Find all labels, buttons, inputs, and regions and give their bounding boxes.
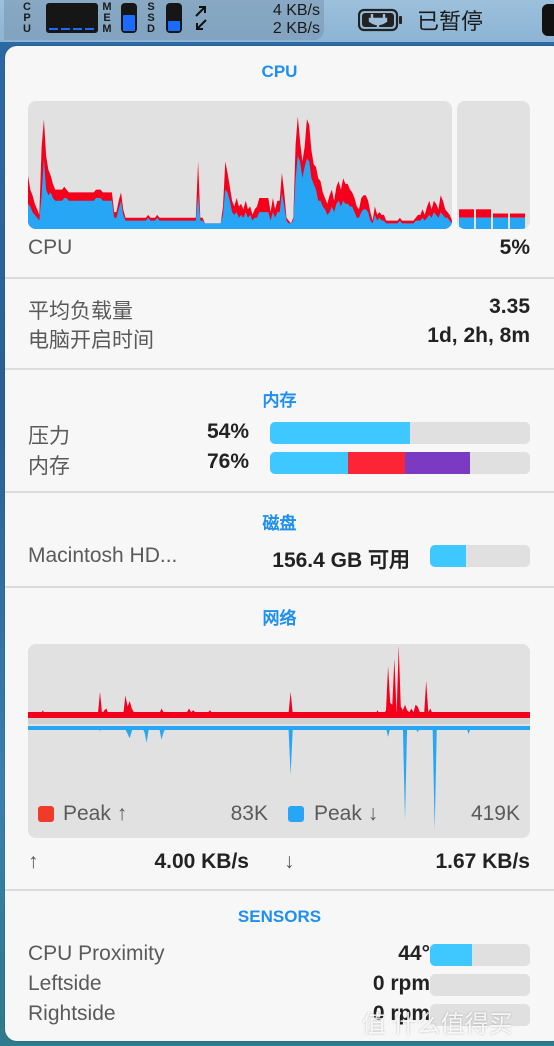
sensor-label: Leftside (28, 972, 102, 995)
cpu-cores-svg (459, 209, 525, 229)
network-upload-baseline (28, 712, 530, 718)
disk-free-value: 156.4 GB 可用 (272, 549, 410, 572)
download-legend-label: Peak ↓ (314, 802, 379, 825)
stats-popup-panel: CPU CPU 5% 平均负载量 3.35 电脑开启时间 1d, 2h, 8m … (5, 46, 554, 1041)
cpu-label: CPU (28, 236, 73, 259)
network-baseline (28, 718, 530, 724)
app-menubar-icon[interactable] (542, 4, 554, 36)
memory-usage-value: 76% (206, 450, 249, 473)
disk-name: Macintosh HD... (28, 544, 178, 567)
memory-usage-bar (270, 452, 530, 474)
sensor-value: 0 rpm (372, 972, 430, 995)
cpu-core-user-bar (459, 209, 474, 218)
network-history-chart: Peak ↑ 83K Peak ↓ 419K (28, 644, 530, 838)
network-rates: 4 KB/s 2 KB/s (262, 2, 320, 38)
mem-mini-bar-fill (123, 14, 135, 31)
load-average-label: 平均负载量 (28, 300, 133, 323)
bar-segment (270, 452, 348, 474)
upload-peak-value: 83K (230, 802, 268, 825)
battery-plug-icon[interactable] (358, 8, 402, 32)
cpu-mini-graph (46, 3, 98, 33)
cpu-core-system-bar (493, 217, 508, 229)
sensor-bar (430, 944, 530, 966)
battery-status-text[interactable]: 已暂停 (417, 4, 483, 36)
cpu-core-system-bar (459, 217, 474, 229)
disk-section-title: 磁盘 (262, 514, 297, 533)
memory-pressure-value: 54% (206, 420, 249, 443)
memory-pressure-label: 压力 (28, 425, 70, 448)
download-rate-value: 1.67 KB/s (435, 850, 530, 873)
sensor-label: CPU Proximity (28, 942, 165, 965)
load-average-value: 3.35 (489, 295, 530, 318)
menu-bar: CPU MEM SSD 4 KB/s 2 KB/s 已暂停 (0, 0, 554, 42)
network-down-rate: 2 KB/s (272, 20, 320, 37)
bar-segment (348, 452, 406, 474)
bar-segment (430, 944, 472, 966)
bar-segment (270, 422, 411, 444)
network-arrows-icon (194, 4, 208, 32)
cpu-core-system-bar (476, 217, 491, 229)
sensor-label: Rightside (28, 1002, 116, 1025)
ssd-menubar-label: SSD (147, 1, 155, 35)
cpu-core-user-bar (476, 209, 491, 218)
memory-usage-label: 内存 (28, 455, 70, 478)
network-download-baseline (28, 726, 530, 730)
upload-legend-label: Peak ↑ (63, 802, 128, 825)
cpu-value: 5% (499, 236, 530, 259)
download-peak-value: 419K (470, 802, 520, 825)
mem-menubar-label: MEM (102, 1, 112, 35)
disk-section: 磁盘 Macintosh HD... 156.4 GB 可用 (5, 493, 554, 587)
network-section: 网络 Peak ↑ 83K Peak ↓ 419K ↑ 4.00 KB/s ↓ … (5, 588, 554, 888)
cpu-core-user-bar (510, 213, 525, 218)
cpu-core-system-bar (510, 217, 525, 229)
disk-usage-bar (430, 545, 530, 567)
sensor-value: 44° (398, 942, 430, 965)
cpu-menubar-label: CPU (23, 1, 31, 35)
memory-pressure-bar (270, 422, 530, 444)
memory-section-title: 内存 (262, 391, 297, 410)
bar-segment (430, 545, 466, 567)
cpu-system-area (28, 155, 452, 229)
memory-section: 内存 压力 54% 内存 76% (5, 370, 554, 492)
stats-menubar-item[interactable]: CPU MEM SSD 4 KB/s 2 KB/s (4, 0, 324, 40)
ssd-mini-bar (166, 3, 182, 33)
uptime-label: 电脑开启时间 (28, 329, 154, 352)
cpu-cores-chart (457, 101, 530, 229)
sensor-bar (430, 974, 530, 996)
cpu-core-user-bar (493, 213, 508, 218)
cpu-history-svg (28, 116, 452, 229)
network-section-title: 网络 (262, 609, 297, 628)
network-upload-area (28, 645, 530, 714)
mem-mini-bar (121, 3, 137, 33)
load-section: 平均负载量 3.35 电脑开启时间 1d, 2h, 8m (5, 279, 554, 363)
upload-rate-value: 4.00 KB/s (154, 850, 249, 873)
upload-legend-swatch (38, 806, 54, 822)
cpu-history-chart (28, 101, 452, 229)
bar-segment (405, 452, 471, 474)
uptime-value: 1d, 2h, 8m (427, 324, 530, 347)
sensors-section-title: SENSORS (237, 907, 322, 926)
download-legend-swatch (288, 806, 304, 822)
download-arrow-icon: ↓ (284, 850, 295, 873)
watermark: 值 什么值得买 (362, 1011, 513, 1038)
cpu-section: CPU CPU 5% (5, 46, 554, 278)
upload-arrow-icon: ↑ (28, 850, 39, 873)
network-up-rate: 4 KB/s (272, 2, 320, 19)
ssd-mini-bar-fill (168, 21, 180, 31)
cpu-section-title: CPU (261, 62, 298, 81)
